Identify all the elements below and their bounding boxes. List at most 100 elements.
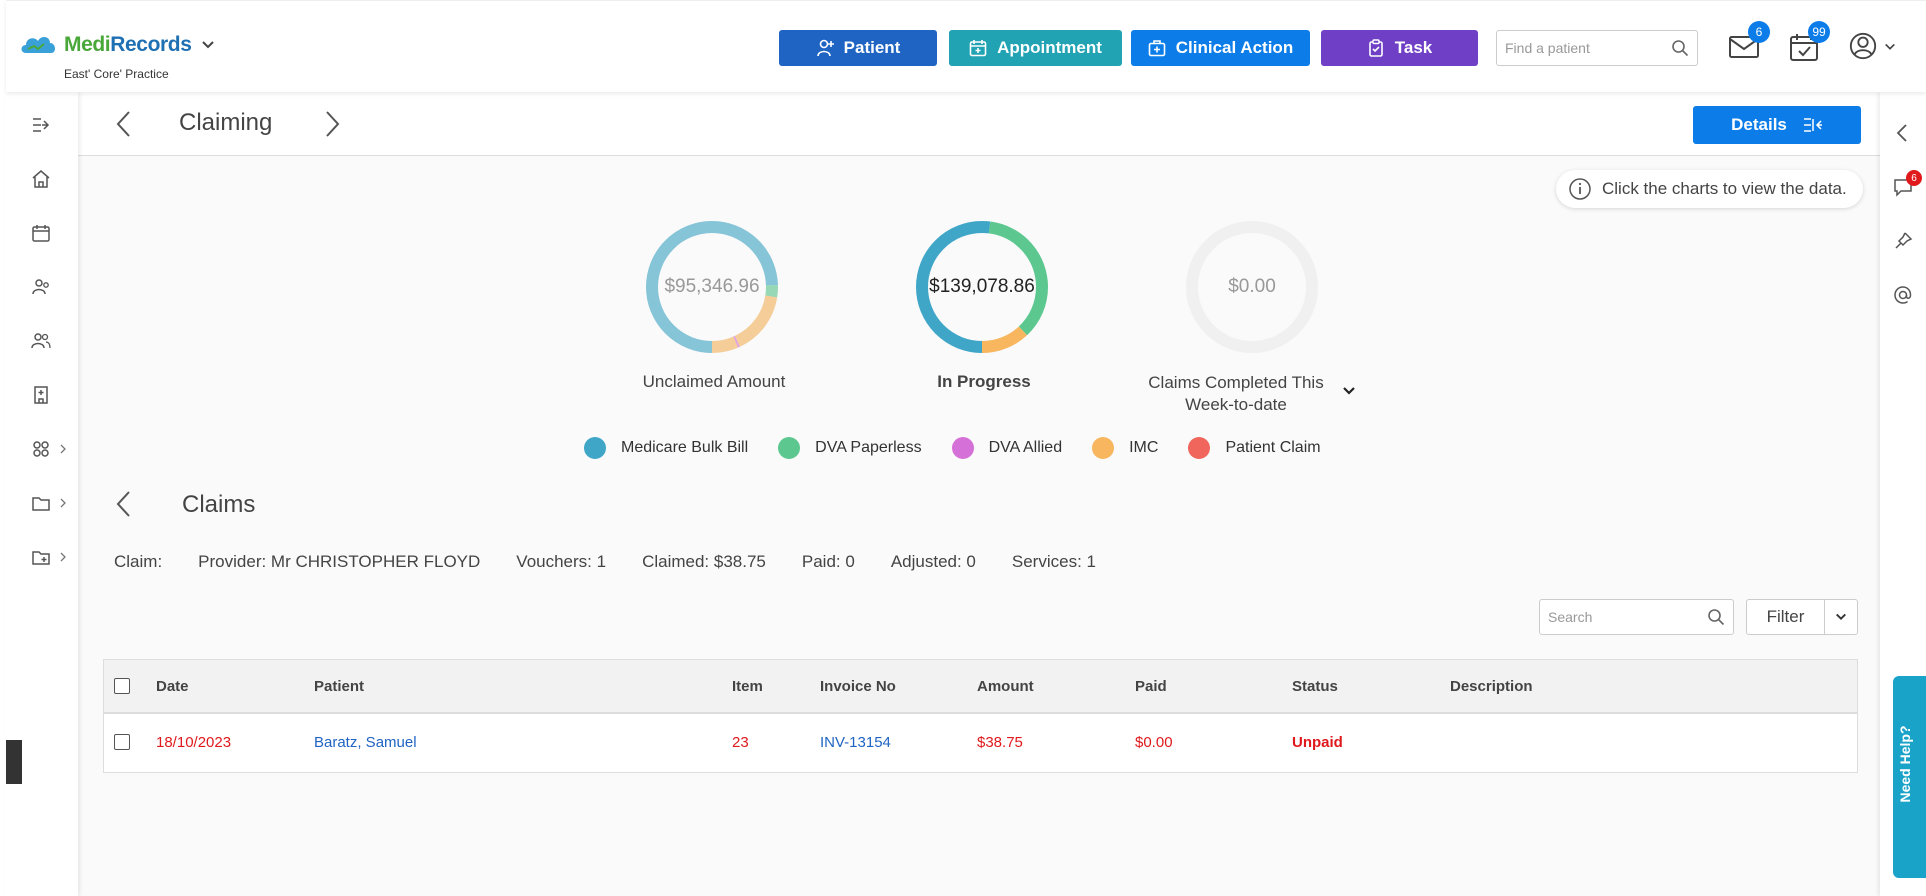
left-edge-handle[interactable] <box>6 740 22 784</box>
chevron-down-icon[interactable] <box>1342 384 1356 398</box>
claim-adjusted: Adjusted: 0 <box>890 552 976 571</box>
new-patient-button[interactable]: Patient <box>779 30 937 66</box>
column-header[interactable]: Description <box>1450 660 1533 712</box>
select-all-checkbox[interactable] <box>114 660 130 712</box>
column-header[interactable]: Patient <box>314 660 364 712</box>
claims-completed-value: $0.00 <box>1228 276 1276 297</box>
search-icon[interactable] <box>1671 39 1689 57</box>
chevron-right-icon[interactable] <box>58 443 68 455</box>
clinical-action-button[interactable]: Clinical Action <box>1131 30 1310 66</box>
claims-search[interactable] <box>1539 599 1734 635</box>
column-header[interactable]: Invoice No <box>820 660 896 712</box>
table-header: Date Patient Item Invoice No Amount Paid… <box>104 660 1857 714</box>
row-item: 23 <box>732 733 749 751</box>
legend-item[interactable]: DVA Paperless <box>778 437 922 459</box>
chevron-right-icon[interactable] <box>58 551 68 563</box>
expand-menu-icon[interactable] <box>30 114 52 136</box>
tasks-count-badge: 99 <box>1808 21 1830 43</box>
chevron-down-icon <box>1836 613 1846 621</box>
search-icon[interactable] <box>1707 608 1725 626</box>
brand-name: MediRecords <box>64 33 192 56</box>
legend-item[interactable]: DVA Allied <box>951 437 1062 459</box>
column-header[interactable]: Amount <box>977 660 1034 712</box>
user-menu[interactable] <box>1848 31 1898 65</box>
tasks-calendar-button[interactable]: 99 <box>1788 21 1830 65</box>
page-title: Claiming <box>179 109 273 136</box>
find-patient-input[interactable] <box>1505 40 1671 56</box>
chevron-down-icon[interactable] <box>201 38 215 52</box>
mail-count-badge: 6 <box>1748 21 1770 43</box>
legend-item[interactable]: Medicare Bulk Bill <box>584 437 748 459</box>
messages-button[interactable]: 6 <box>1728 21 1770 65</box>
filter-button[interactable]: Filter <box>1746 599 1858 635</box>
claim-summary: Claim: Provider: Mr CHRISTOPHER FLOYD Vo… <box>114 552 1132 572</box>
legend-item[interactable]: IMC <box>1092 437 1158 459</box>
details-panel-icon <box>1803 118 1822 132</box>
new-appointment-button[interactable]: Appointment <box>949 30 1122 66</box>
practice-name: East' Core' Practice <box>64 67 169 81</box>
need-help-tab[interactable]: Need Help? <box>1893 676 1926 878</box>
app-logo[interactable]: MediRecords <box>18 31 215 59</box>
find-patient-search[interactable] <box>1496 30 1698 66</box>
row-invoice-link[interactable]: INV-13154 <box>820 714 891 770</box>
chevron-right-icon[interactable] <box>58 497 68 509</box>
in-progress-value: $139,078.86 <box>929 276 1035 297</box>
home-icon[interactable] <box>30 168 52 190</box>
forward-arrow-icon[interactable] <box>322 109 342 139</box>
claim-services: Services: 1 <box>1011 552 1096 571</box>
row-status: Unpaid <box>1292 733 1343 751</box>
claim-vouchers: Vouchers: 1 <box>516 552 607 571</box>
top-header: MediRecords East' Core' Practice Patient… <box>6 0 1926 92</box>
legend-swatch <box>1092 437 1115 459</box>
row-paid: $0.00 <box>1135 733 1173 751</box>
claims-completed-chart[interactable]: $0.00 <box>1182 217 1322 357</box>
calendar-icon[interactable] <box>30 222 52 244</box>
legend-swatch <box>584 437 606 459</box>
in-progress-label: In Progress <box>937 372 1031 391</box>
info-hint: Click the charts to view the data. <box>1556 170 1863 208</box>
legend-item[interactable]: Patient Claim <box>1188 437 1321 459</box>
apps-icon[interactable] <box>30 438 52 460</box>
row-patient-link[interactable]: Baratz, Samuel <box>314 714 417 770</box>
claim-provider: Provider: Mr CHRISTOPHER FLOYD <box>198 552 481 571</box>
filter-label[interactable]: Filter <box>1747 600 1825 634</box>
filter-dropdown-toggle[interactable] <box>1825 600 1857 634</box>
row-checkbox[interactable] <box>114 714 130 770</box>
claims-back-arrow-icon[interactable] <box>114 489 134 519</box>
at-mention-icon[interactable] <box>1892 284 1914 306</box>
column-header[interactable]: Date <box>156 660 189 712</box>
info-icon <box>1569 178 1591 200</box>
chevron-down-icon <box>1885 43 1895 50</box>
in-progress-chart[interactable]: $139,078.86 <box>912 217 1052 357</box>
unclaimed-amount-chart[interactable]: $95,346.96 <box>642 217 782 357</box>
patients-icon[interactable] <box>30 276 52 298</box>
new-task-button[interactable]: Task <box>1321 30 1478 66</box>
clinic-building-icon[interactable] <box>30 384 52 406</box>
cloud-logo-icon <box>21 37 56 53</box>
claim-label: Claim: <box>114 552 163 571</box>
column-header[interactable]: Item <box>732 660 763 712</box>
contacts-icon[interactable] <box>30 330 52 352</box>
unclaimed-amount-value: $95,346.96 <box>664 276 760 297</box>
legend-swatch <box>778 437 801 459</box>
claim-claimed: Claimed: $38.75 <box>642 552 766 571</box>
main-content: Claiming Details Click the charts to vie… <box>78 92 1880 896</box>
folder-add-icon[interactable] <box>30 546 52 568</box>
details-button[interactable]: Details <box>1693 106 1861 144</box>
column-header[interactable]: Paid <box>1135 660 1167 712</box>
medical-kit-icon <box>1148 40 1166 57</box>
claim-paid: Paid: 0 <box>801 552 855 571</box>
claims-search-input[interactable] <box>1548 609 1707 625</box>
claims-completed-label: Claims Completed This Week-to-date <box>1148 373 1324 414</box>
notes-button[interactable]: 6 <box>1892 170 1922 198</box>
column-header[interactable]: Status <box>1292 660 1338 712</box>
back-arrow-icon[interactable] <box>114 109 134 139</box>
collapse-panel-icon[interactable] <box>1892 122 1914 144</box>
folder-icon[interactable] <box>30 492 52 514</box>
row-amount: $38.75 <box>977 733 1023 751</box>
pin-icon[interactable] <box>1892 230 1914 252</box>
chart-legend: Medicare Bulk Bill DVA Paperless DVA All… <box>584 437 1351 459</box>
add-person-icon <box>816 39 834 57</box>
legend-swatch <box>951 437 974 459</box>
table-row[interactable]: 18/10/2023 Baratz, Samuel 23 INV-13154 $… <box>104 714 1857 770</box>
